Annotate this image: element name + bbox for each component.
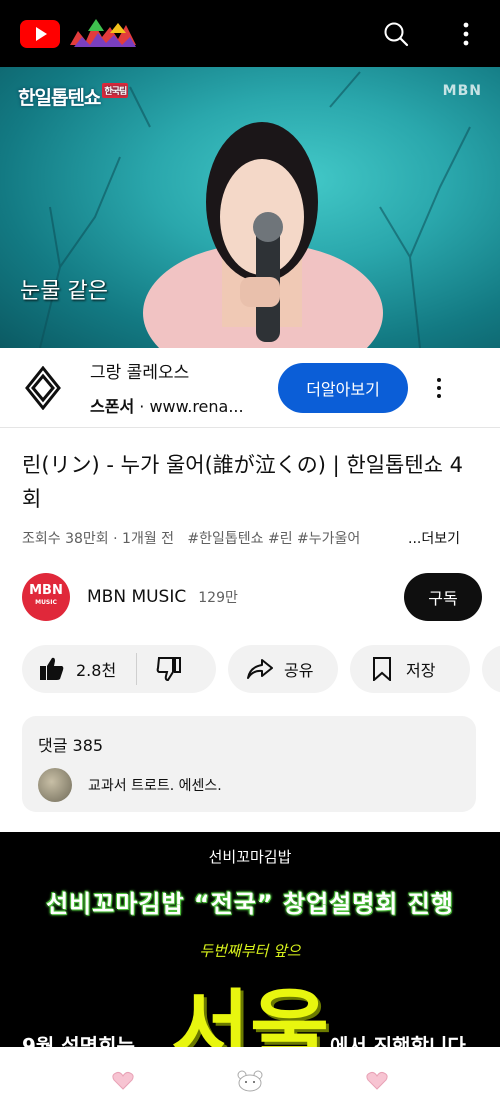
renault-logo-icon	[20, 365, 66, 411]
more-link[interactable]: ...더보기	[402, 528, 460, 548]
heart-icon[interactable]	[363, 1067, 391, 1095]
top-comment: 교과서 트로트. 에센스.	[88, 778, 222, 794]
like-icon[interactable]	[38, 655, 66, 683]
channel-avatar[interactable]: MBN MUSIC	[22, 573, 70, 621]
banner-left-text: 9월 설명회는	[22, 1034, 135, 1047]
sponsored-ad[interactable]: 그랑 콜레오스 스폰서 · www.rena... 더알아보기	[0, 348, 500, 428]
search-icon[interactable]	[382, 20, 410, 48]
banner-right-text: 에서 진행합니다	[330, 1034, 466, 1047]
banner-headline: 선비꼬마김밥 “전국” 창업설명회 진행	[46, 890, 454, 918]
learn-more-button[interactable]: 더알아보기	[278, 362, 408, 413]
bottom-bar	[0, 1047, 500, 1115]
banner-ad[interactable]: 선비꼬마김밥 선비꼬마김밥 “전국” 창업설명회 진행 두번째부터 앞으 서울 …	[0, 832, 500, 1047]
show-logo: 한일톱텐쇼 한국팀	[18, 83, 129, 110]
ad-meta: 스폰서 · www.rena...	[90, 397, 244, 416]
banner-city: 서울	[170, 980, 330, 1047]
bookmark-icon	[368, 655, 396, 683]
action-bar: 2.8천 공유 저장	[22, 645, 500, 693]
video-title[interactable]: 린(リン) - 누가 울어(誰が泣くの) | 한일톱텐쇼 4회	[22, 448, 482, 516]
commenter-avatar	[38, 768, 72, 802]
like-count[interactable]: 2.8천	[76, 657, 116, 681]
ad-title: 그랑 콜레오스	[90, 363, 190, 383]
heart-icon[interactable]	[109, 1067, 137, 1095]
clip-button[interactable]	[482, 645, 500, 693]
doodle-icon[interactable]	[68, 17, 138, 51]
top-app-bar	[0, 0, 500, 67]
video-subtitle: 눈물 같은	[20, 279, 108, 304]
more-vert-icon[interactable]	[452, 20, 480, 48]
save-button[interactable]: 저장	[350, 645, 470, 693]
hashtags: #한일톱텐쇼 #린 #누가울어	[187, 531, 361, 547]
dislike-icon[interactable]	[155, 655, 183, 683]
channel-watermark: MBN	[442, 83, 482, 99]
comments-header: 댓글 385	[38, 736, 104, 755]
banner-sub: 두번째부터 앞으	[199, 942, 301, 960]
comments-preview[interactable]: 댓글 385 교과서 트로트. 에센스.	[22, 716, 476, 812]
ad-more-icon[interactable]	[433, 377, 445, 398]
share-button[interactable]: 공유	[228, 645, 338, 693]
subscriber-count: 129만	[198, 590, 238, 606]
video-player[interactable]: 한일톱텐쇼 한국팀 MBN 눈물 같은	[0, 67, 500, 348]
share-icon	[246, 655, 274, 683]
banner-brand: 선비꼬마김밥	[208, 848, 292, 866]
channel-name[interactable]: MBN MUSIC	[87, 587, 186, 607]
like-dislike-group: 2.8천	[22, 645, 216, 693]
video-meta[interactable]: 조회수 38만회 · 1개월 전 #한일톱텐쇼 #린 #누가울어 ...더보기	[22, 528, 482, 548]
channel-row: MBN MUSIC MBN MUSIC 129만 구독	[22, 572, 482, 622]
subscribe-button[interactable]: 구독	[404, 573, 482, 621]
youtube-logo[interactable]	[20, 19, 60, 48]
bear-face-icon[interactable]	[236, 1067, 264, 1095]
